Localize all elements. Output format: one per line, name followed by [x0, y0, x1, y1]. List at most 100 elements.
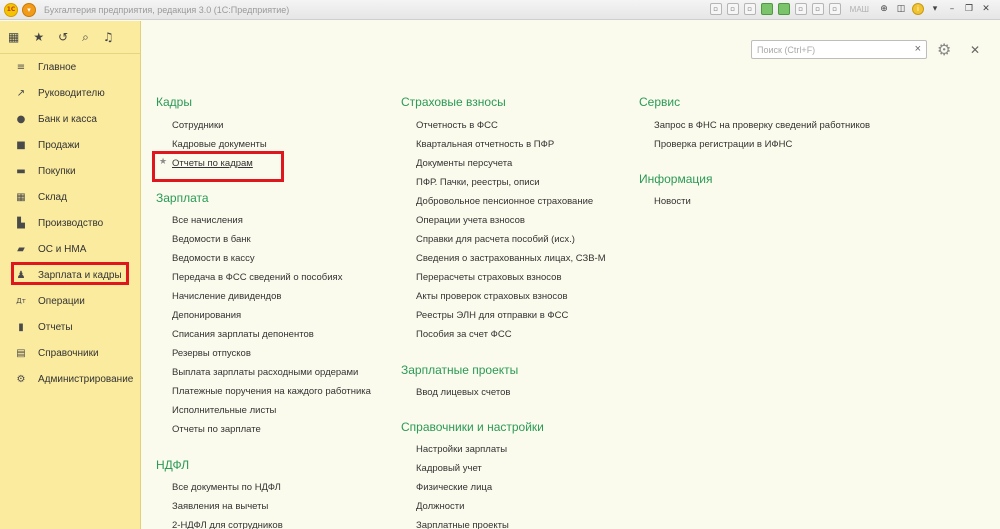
section-title-directories-settings: Справочники и настройки — [401, 420, 544, 434]
link-item[interactable]: Справки для расчета пособий (исх.) — [416, 234, 575, 245]
sidebar-item-label: Администрирование — [38, 373, 134, 385]
calculator-icon[interactable]: ▫ — [828, 3, 841, 15]
sidebar-toolbar: ▦ ★ ↺ ⌕ ♫ — [0, 21, 140, 54]
link-item[interactable]: Перерасчеты страховых взносов — [416, 272, 562, 283]
highlight-box — [11, 262, 129, 285]
link-item[interactable]: ПФР. Пачки, реестры, описи — [416, 177, 540, 188]
sidebar-item-label: Справочники — [38, 347, 99, 359]
link-item[interactable]: Операции учета взносов — [416, 215, 525, 226]
link-item[interactable]: Все документы по НДФЛ — [172, 482, 281, 493]
sidebar-item-purchases[interactable]: ▬ Покупки — [0, 158, 141, 184]
chart-trend-icon: ↗ — [16, 87, 26, 99]
sidebar-item-label: Отчеты — [38, 321, 73, 333]
link-item[interactable]: Заявления на вычеты — [172, 501, 268, 512]
link-item[interactable]: Платежные поручения на каждого работника — [172, 386, 371, 397]
link-item[interactable]: Отчеты по зарплате — [172, 424, 261, 435]
save-icon[interactable]: ▫ — [709, 3, 722, 15]
link-item[interactable]: Все начисления — [172, 215, 243, 226]
link-item[interactable]: Запрос в ФНС на проверку сведений работн… — [654, 120, 870, 131]
link-item[interactable]: Пособия за счет ФСС — [416, 329, 512, 340]
link-icon[interactable] — [760, 3, 773, 15]
sidebar-item-label: Главное — [38, 61, 77, 73]
sidebar-item-bank[interactable]: ● Банк и касса — [0, 106, 141, 132]
link-item[interactable]: Ведомости в кассу — [172, 253, 255, 264]
link-item[interactable]: Зарплатные проекты — [416, 520, 509, 529]
section-title-kadry: Кадры — [156, 95, 192, 109]
minimize-icon[interactable]: – — [946, 3, 958, 15]
link-item[interactable]: Начисление дивидендов — [172, 291, 281, 302]
link-item[interactable]: Депонирования — [172, 310, 241, 321]
link-news[interactable]: Новости — [654, 196, 691, 207]
link-item[interactable]: Физические лица — [416, 482, 492, 493]
sidebar-item-reports[interactable]: ▮ Отчеты — [0, 314, 141, 340]
bell-icon[interactable]: ♫ — [103, 30, 114, 44]
search-placeholder: Поиск (Ctrl+F) — [757, 45, 816, 55]
link-item[interactable]: 2-НДФЛ для сотрудников — [172, 520, 283, 529]
factory-icon: ▙ — [17, 217, 25, 229]
link-item[interactable]: Акты проверок страховых взносов — [416, 291, 568, 302]
settings-gear-icon[interactable]: ⚙ — [937, 40, 951, 59]
sidebar-item-assets[interactable]: ▰ ОС и НМА — [0, 236, 141, 262]
link-item[interactable]: Ведомости в банк — [172, 234, 251, 245]
search-icon[interactable]: ⌕ — [82, 30, 89, 45]
close-window-icon[interactable]: ✕ — [980, 3, 992, 15]
section-title-zarplata: Зарплата — [156, 191, 209, 205]
main-menu-button[interactable]: ▾ — [22, 2, 36, 17]
edit-icon[interactable]: ▫ — [794, 3, 807, 15]
print-icon[interactable]: ▫ — [726, 3, 739, 15]
link-item[interactable]: Должности — [416, 501, 464, 512]
sidebar-item-administration[interactable]: ⚙ Администрирование — [0, 366, 141, 392]
cart-icon: ▬ — [16, 165, 26, 177]
gear-icon: ⚙ — [16, 373, 26, 385]
sidebar-item-directories[interactable]: ▤ Справочники — [0, 340, 141, 366]
app-logo-icon: 1С — [4, 2, 18, 17]
link-item[interactable]: Настройки зарплаты — [416, 444, 507, 455]
section-title-service: Сервис — [639, 95, 681, 109]
link-item[interactable]: Кадровый учет — [416, 463, 482, 474]
favorites-star-icon[interactable]: ★ — [33, 30, 44, 44]
maximize-icon[interactable]: ❐ — [963, 3, 975, 15]
sidebar-item-label: Склад — [38, 191, 67, 203]
link-item[interactable]: Проверка регистрации в ИФНС — [654, 139, 792, 150]
section-content: Поиск (Ctrl+F) × ⚙ ✕ Кадры Сотрудники Ка… — [142, 21, 1000, 529]
spreadsheet-icon[interactable] — [777, 3, 790, 15]
link-item[interactable]: Исполнительные листы — [172, 405, 276, 416]
link-item[interactable]: Передача в ФСС сведений о пособиях — [172, 272, 342, 283]
section-title-information: Информация — [639, 172, 713, 186]
link-hr-documents[interactable]: Кадровые документы — [172, 139, 267, 150]
link-item[interactable]: Ввод лицевых счетов — [416, 387, 510, 398]
link-item[interactable]: Резервы отпусков — [172, 348, 251, 359]
sidebar-item-warehouse[interactable]: ▦ Склад — [0, 184, 141, 210]
calendar-icon[interactable]: ▫ — [811, 3, 824, 15]
info-icon[interactable]: i — [912, 3, 924, 15]
link-item[interactable]: Выплата зарплаты расходными ордерами — [172, 367, 358, 378]
history-icon[interactable]: ↺ — [58, 30, 68, 44]
apps-grid-icon[interactable]: ▦ — [8, 30, 19, 44]
sidebar-item-operations[interactable]: Дт Операции — [0, 288, 141, 314]
link-item[interactable]: Сведения о застрахованных лицах, СЗВ-М — [416, 253, 606, 264]
books-icon: ▤ — [16, 347, 26, 359]
sidebar-item-label: Продажи — [38, 139, 80, 151]
warehouse-icon: ▦ — [16, 191, 26, 203]
close-icon[interactable]: ✕ — [970, 43, 980, 57]
link-item[interactable]: Квартальная отчетность в ПФР — [416, 139, 554, 150]
clear-search-icon[interactable]: × — [915, 43, 921, 55]
bar-chart-icon: ▮ — [18, 321, 24, 333]
link-item[interactable]: Документы персучета — [416, 158, 512, 169]
link-item[interactable]: Реестры ЭЛН для отправки в ФСС — [416, 310, 568, 321]
sidebar-item-main[interactable]: ≡ Главное — [0, 54, 141, 80]
link-employees[interactable]: Сотрудники — [172, 120, 223, 131]
sidebar-item-production[interactable]: ▙ Производство — [0, 210, 141, 236]
link-item[interactable]: Добровольное пенсионное страхование — [416, 196, 593, 207]
link-item[interactable]: Отчетность в ФСС — [416, 120, 498, 131]
panels-icon[interactable]: ◫ — [895, 3, 907, 15]
briefcase-icon: ■ — [16, 139, 26, 151]
zoom-icon[interactable]: ⊕ — [878, 3, 890, 15]
preview-icon[interactable]: ▫ — [743, 3, 756, 15]
sidebar-item-label: Производство — [38, 217, 104, 229]
search-input[interactable]: Поиск (Ctrl+F) × — [751, 40, 927, 59]
link-item[interactable]: Списания зарплаты депонентов — [172, 329, 314, 340]
dropdown-icon[interactable]: ▾ — [929, 3, 941, 15]
sidebar-item-manager[interactable]: ↗ Руководителю — [0, 80, 141, 106]
sidebar-item-sales[interactable]: ■ Продажи — [0, 132, 141, 158]
